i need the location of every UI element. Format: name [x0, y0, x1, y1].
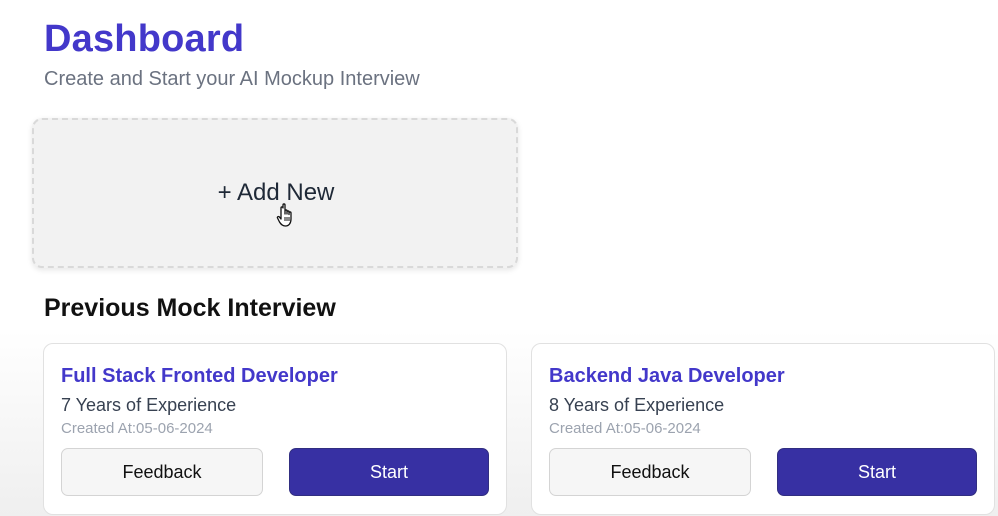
feedback-button[interactable]: Feedback: [61, 448, 263, 496]
start-button[interactable]: Start: [777, 448, 977, 496]
interview-created-date: Created At:05-06-2024: [549, 420, 701, 437]
interview-role: Full Stack Fronted Developer: [61, 365, 338, 387]
interview-experience: 7 Years of Experience: [61, 395, 237, 415]
previous-interviews-heading: Previous Mock Interview: [44, 294, 336, 322]
interview-role: Backend Java Developer: [549, 365, 785, 387]
hand-pointer-icon: [276, 202, 298, 228]
interview-card: Full Stack Fronted Developer 7 Years of …: [43, 343, 507, 515]
feedback-button[interactable]: Feedback: [549, 448, 751, 496]
add-new-card[interactable]: + Add New: [32, 118, 518, 268]
start-button[interactable]: Start: [289, 448, 489, 496]
page-subtitle: Create and Start your AI Mockup Intervie…: [44, 68, 420, 90]
page-title: Dashboard: [44, 18, 245, 60]
interview-created-date: Created At:05-06-2024: [61, 420, 213, 437]
interview-card: Backend Java Developer 8 Years of Experi…: [531, 343, 995, 515]
interview-experience: 8 Years of Experience: [549, 395, 725, 415]
dashboard-page: Dashboard Create and Start your AI Mocku…: [0, 0, 998, 516]
